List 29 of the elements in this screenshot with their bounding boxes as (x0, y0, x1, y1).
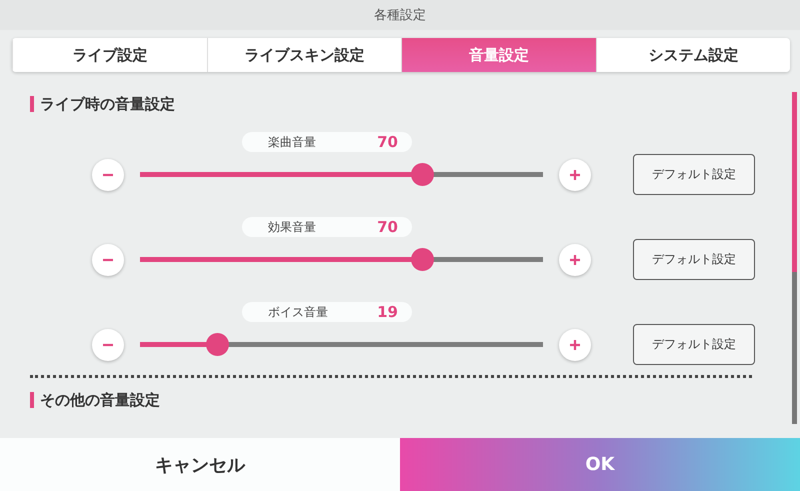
tab[interactable]: ライブ設定 (12, 38, 206, 72)
plus-icon (569, 338, 581, 350)
volume-name: 効果音量 (268, 218, 316, 236)
slider-thumb[interactable] (411, 163, 434, 186)
tab[interactable]: システム設定 (596, 38, 790, 72)
window-title: 各種設定 (0, 0, 800, 30)
ok-button[interactable]: OK (400, 438, 800, 491)
slider[interactable] (140, 163, 543, 186)
increase-button[interactable] (559, 328, 591, 360)
tab[interactable]: ライブスキン設定 (206, 38, 401, 72)
slider-thumb[interactable] (206, 333, 229, 356)
slider[interactable] (140, 333, 543, 356)
scrollbar[interactable] (792, 92, 797, 424)
default-button[interactable]: デフォルト設定 (633, 324, 755, 365)
plus-icon (569, 254, 581, 266)
volume-reading: 70 (377, 218, 398, 236)
slider[interactable] (140, 248, 543, 271)
default-button[interactable]: デフォルト設定 (633, 154, 755, 195)
scrollbar-thumb[interactable] (792, 92, 797, 272)
volume-name: 楽曲音量 (268, 134, 316, 150)
default-button[interactable]: デフォルト設定 (633, 239, 755, 280)
volume-reading: 19 (377, 303, 398, 321)
slider-thumb[interactable] (411, 248, 434, 271)
volume-name: ボイス音量 (268, 304, 328, 320)
volume-reading: 70 (377, 133, 398, 151)
plus-icon (569, 168, 581, 180)
increase-button[interactable] (559, 158, 591, 190)
increase-button[interactable] (559, 244, 591, 276)
cancel-button[interactable]: キャンセル (0, 438, 400, 491)
